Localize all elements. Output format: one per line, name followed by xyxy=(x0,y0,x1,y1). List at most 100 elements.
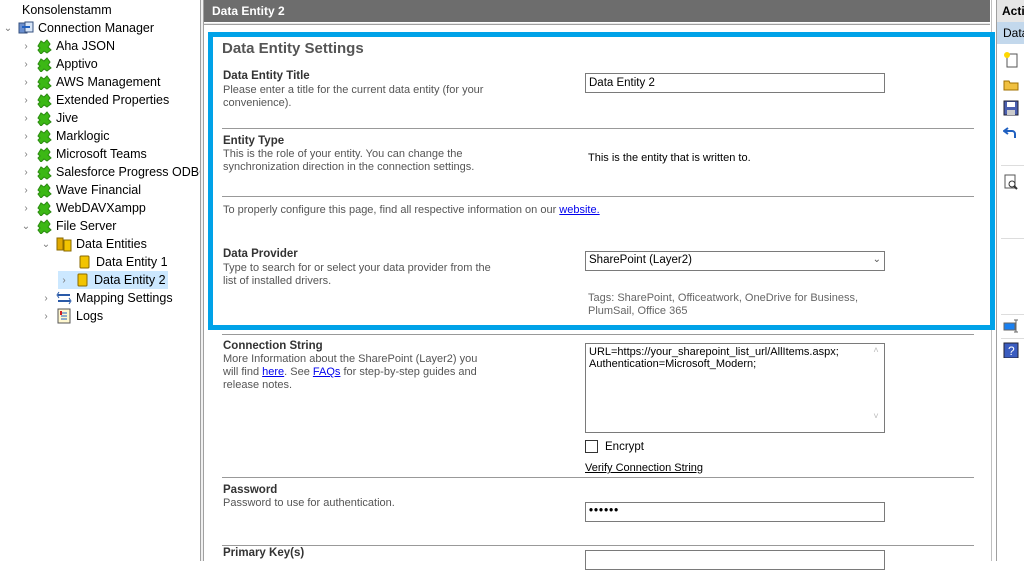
logs-icon xyxy=(56,308,72,324)
encrypt-checkbox-row[interactable]: Encrypt xyxy=(585,440,644,453)
connection-plugin-icon xyxy=(36,164,52,181)
entity-type-value: This is the entity that is written to. xyxy=(588,152,751,164)
tree-label: Mapping Settings xyxy=(76,291,173,305)
tree-connection-item[interactable]: › Aha JSON xyxy=(20,37,115,55)
tree-connection-item[interactable]: › Microsoft Teams xyxy=(20,145,147,163)
website-link[interactable]: website. xyxy=(559,204,599,216)
undo-icon[interactable] xyxy=(1002,124,1019,140)
rename-icon[interactable] xyxy=(1003,318,1019,334)
tree-logs[interactable]: › Logs xyxy=(40,307,103,325)
chevron-down-icon[interactable]: ⌄ xyxy=(2,23,14,34)
tree-data-entities[interactable]: ⌄ Data Entities xyxy=(40,235,147,253)
tree-connection-manager[interactable]: ⌄ Connection Manager xyxy=(2,19,154,37)
chevron-right-icon[interactable]: › xyxy=(20,167,32,178)
header-divider xyxy=(204,22,990,25)
section-title: Data Entity Settings xyxy=(222,40,364,57)
tree-connection-item[interactable]: › Salesforce Progress ODBC xyxy=(20,163,208,181)
primary-key-input[interactable] xyxy=(585,550,885,570)
connection-string-label: Connection String xyxy=(223,340,323,352)
connection-string-textarea[interactable] xyxy=(585,343,885,433)
tree-root[interactable]: Konsolenstamm xyxy=(22,1,112,19)
provider-description: Type to search for or select your data p… xyxy=(223,262,491,287)
divider xyxy=(1001,165,1024,166)
tree-connection-item[interactable]: › Marklogic xyxy=(20,127,110,145)
tree-connection-item[interactable]: › WebDAVXampp xyxy=(20,199,146,217)
tree-connection-item[interactable]: ⌄ File Server xyxy=(20,217,116,235)
password-input[interactable]: •••••• xyxy=(585,502,885,522)
textarea-scrollbar[interactable]: ˄ ˅ xyxy=(869,345,883,431)
chevron-right-icon[interactable]: › xyxy=(20,131,32,142)
tree-label: Salesforce Progress ODBC xyxy=(56,165,209,179)
chevron-right-icon[interactable]: › xyxy=(20,149,32,160)
preview-icon[interactable] xyxy=(1003,174,1019,190)
main-panel: Data Entity 2 Data Entity Settings Data … xyxy=(204,0,995,570)
scroll-down-icon[interactable]: ˅ xyxy=(869,411,883,421)
tree-data-entity-1[interactable]: Data Entity 1 xyxy=(76,253,168,271)
entity-type-description: This is the role of your entity. You can… xyxy=(223,148,475,173)
provider-select-value: SharePoint (Layer2) xyxy=(589,254,692,266)
save-icon[interactable] xyxy=(1003,100,1019,116)
tree-label: Data Entity 1 xyxy=(96,255,168,269)
tree-connection-item[interactable]: › AWS Management xyxy=(20,73,160,91)
tree-connection-item[interactable]: › Apptivo xyxy=(20,55,98,73)
new-icon[interactable] xyxy=(1003,52,1019,68)
tree-label: WebDAVXampp xyxy=(56,201,146,215)
open-folder-icon[interactable] xyxy=(1003,76,1019,92)
desc-text: . See xyxy=(284,366,313,378)
tree-label: Wave Financial xyxy=(56,183,141,197)
title-input[interactable] xyxy=(585,73,885,93)
actions-header: Actions xyxy=(997,0,1024,22)
entity-type-label: Entity Type xyxy=(223,135,285,147)
title-label: Data Entity Title xyxy=(223,70,310,82)
tree-label: Microsoft Teams xyxy=(56,147,147,161)
primary-key-label: Primary Key(s) xyxy=(223,547,305,559)
svg-text:?: ? xyxy=(1008,344,1015,358)
scroll-up-icon[interactable]: ˄ xyxy=(869,345,883,355)
tree-connection-item[interactable]: › Wave Financial xyxy=(20,181,141,199)
tree-label: Logs xyxy=(76,309,104,323)
divider xyxy=(1001,338,1024,339)
tree-connection-item[interactable]: › Extended Properties xyxy=(20,91,169,109)
chevron-right-icon[interactable]: › xyxy=(20,77,32,88)
chevron-right-icon[interactable]: › xyxy=(40,293,52,304)
encrypt-checkbox[interactable] xyxy=(585,440,598,453)
chevron-right-icon[interactable]: › xyxy=(20,41,32,52)
help-icon[interactable]: ? xyxy=(1003,342,1019,359)
connection-string-description: More Information about the SharePoint (L… xyxy=(223,353,493,392)
divider xyxy=(222,545,974,546)
tree-data-entity-2[interactable]: › Data Entity 2 xyxy=(58,271,168,289)
connection-plugin-icon xyxy=(36,182,52,199)
provider-tags: Tags: SharePoint, Officeatwork, OneDrive… xyxy=(588,292,859,317)
tree-label: Apptivo xyxy=(56,57,98,71)
folder-database-icon xyxy=(56,236,72,252)
chevron-down-icon[interactable]: ⌄ xyxy=(20,221,32,232)
divider xyxy=(1001,238,1024,239)
chevron-right-icon[interactable]: › xyxy=(20,59,32,70)
chevron-right-icon[interactable]: › xyxy=(20,113,32,124)
chevron-right-icon[interactable]: › xyxy=(20,203,32,214)
divider xyxy=(222,477,974,478)
password-label: Password xyxy=(223,484,278,496)
database-icon xyxy=(74,272,90,288)
connection-plugin-icon xyxy=(36,38,52,55)
chevron-down-icon[interactable]: ⌄ xyxy=(40,239,52,250)
tree-mapping-settings[interactable]: › Mapping Settings xyxy=(40,289,173,307)
connection-plugin-icon xyxy=(36,200,52,217)
provider-select[interactable]: SharePoint (Layer2) ⌄ xyxy=(585,251,885,271)
actions-subheader[interactable]: Data Entity 2 xyxy=(997,22,1024,44)
divider xyxy=(1001,314,1024,315)
chevron-right-icon[interactable]: › xyxy=(58,275,70,286)
tree-label: Aha JSON xyxy=(56,39,116,53)
chevron-right-icon[interactable]: › xyxy=(20,185,32,196)
tree-connection-item[interactable]: › Jive xyxy=(20,109,78,127)
encrypt-label: Encrypt xyxy=(605,440,644,453)
chevron-right-icon[interactable]: › xyxy=(40,311,52,322)
info-text-body: To properly configure this page, find al… xyxy=(223,204,560,216)
mapping-icon xyxy=(56,290,72,306)
faqs-link[interactable]: FAQs xyxy=(313,366,341,378)
verify-connection-link[interactable]: Verify Connection String xyxy=(585,462,703,474)
tree-label: AWS Management xyxy=(56,75,161,89)
here-link[interactable]: here xyxy=(262,366,284,378)
chevron-right-icon[interactable]: › xyxy=(20,95,32,106)
tree-label: Data Entity 2 xyxy=(94,273,166,287)
